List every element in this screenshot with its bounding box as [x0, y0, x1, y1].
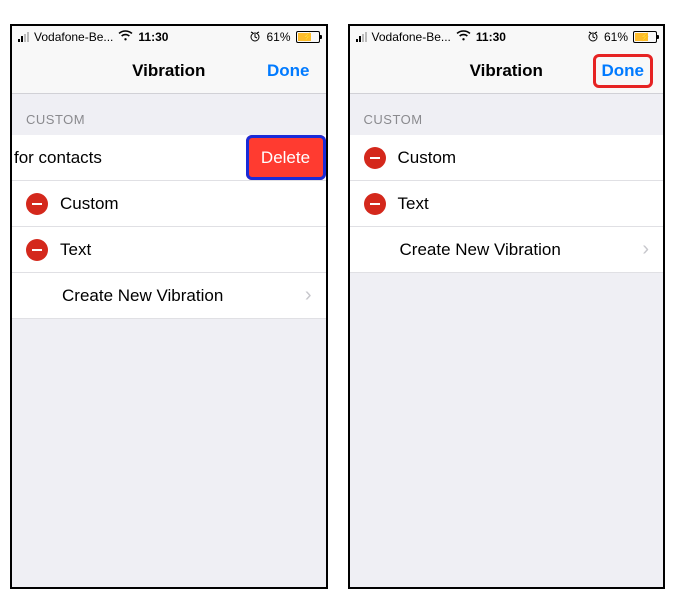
list-item[interactable]: Text — [350, 181, 664, 227]
battery-pct: 61% — [266, 30, 290, 44]
list-item[interactable]: Custom — [350, 135, 664, 181]
custom-list: for contacts Delete Custom Text Create N… — [12, 135, 326, 319]
done-button[interactable]: Done — [261, 57, 316, 85]
list-item-label: Text — [398, 194, 429, 214]
chevron-right-icon: › — [305, 284, 312, 307]
list-item-label: Text — [60, 240, 91, 260]
list-item-label: for contacts — [14, 148, 102, 168]
minus-icon[interactable] — [26, 239, 48, 261]
chevron-right-icon: › — [642, 238, 649, 261]
wifi-icon — [118, 30, 133, 44]
list-item-label: Custom — [398, 148, 457, 168]
battery-pct: 61% — [604, 30, 628, 44]
list-item[interactable]: Text — [12, 227, 326, 273]
battery-icon: ⚡ — [633, 31, 657, 43]
status-bar: Vodafone-Be... 11:30 61% ⚡ — [350, 26, 664, 48]
time-label: 11:30 — [138, 30, 168, 44]
wifi-icon — [456, 30, 471, 44]
list-item-swiped[interactable]: for contacts Delete — [12, 135, 326, 181]
minus-icon[interactable] — [364, 193, 386, 215]
phone-left: Vodafone-Be... 11:30 61% ⚡ Vibration Don… — [10, 24, 328, 589]
delete-button[interactable]: Delete — [246, 135, 326, 180]
section-header: CUSTOM — [12, 94, 326, 135]
signal-icon — [18, 32, 29, 42]
done-button[interactable]: Done — [593, 54, 654, 88]
phone-right: Vodafone-Be... 11:30 61% ⚡ Vibration Don… — [348, 24, 666, 589]
create-new-vibration[interactable]: Create New Vibration › — [12, 273, 326, 319]
list-item-label: Create New Vibration — [400, 240, 561, 260]
time-label: 11:30 — [476, 30, 506, 44]
minus-icon[interactable] — [364, 147, 386, 169]
carrier-label: Vodafone-Be... — [372, 30, 451, 44]
section-header: CUSTOM — [350, 94, 664, 135]
nav-bar: Vibration Done — [350, 48, 664, 94]
carrier-label: Vodafone-Be... — [34, 30, 113, 44]
list-item-label: Custom — [60, 194, 119, 214]
signal-icon — [356, 32, 367, 42]
status-bar: Vodafone-Be... 11:30 61% ⚡ — [12, 26, 326, 48]
list-item-label: Create New Vibration — [62, 286, 223, 306]
page-title: Vibration — [132, 61, 205, 81]
create-new-vibration[interactable]: Create New Vibration › — [350, 227, 664, 273]
page-title: Vibration — [470, 61, 543, 81]
battery-icon: ⚡ — [296, 31, 320, 43]
nav-bar: Vibration Done — [12, 48, 326, 94]
list-item[interactable]: Custom — [12, 181, 326, 227]
alarm-icon — [249, 30, 261, 45]
minus-icon[interactable] — [26, 193, 48, 215]
custom-list: Custom Text Create New Vibration › — [350, 135, 664, 273]
alarm-icon — [587, 30, 599, 45]
